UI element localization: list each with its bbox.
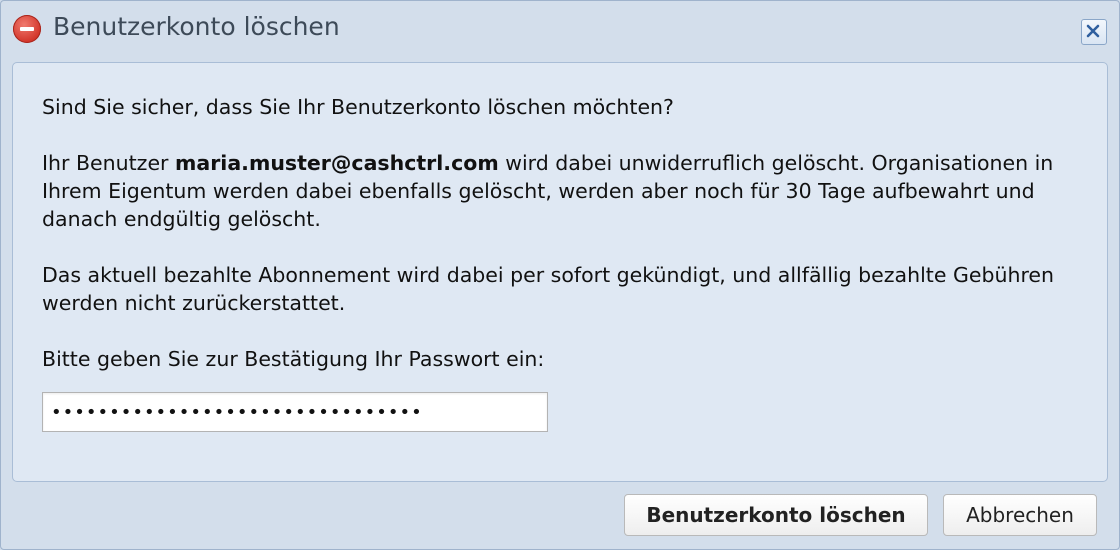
confirmation-question: Sind Sie sicher, dass Sie Ihr Benutzerko…	[42, 95, 674, 119]
delete-account-button[interactable]: Benutzerkonto löschen	[624, 494, 928, 536]
delete-account-dialog: Benutzerkonto löschen Sind Sie sicher, d…	[0, 0, 1120, 550]
subscription-notice: Das aktuell bezahlte Abonnement wird dab…	[42, 263, 1055, 315]
password-input[interactable]	[42, 392, 548, 432]
user-email: maria.muster@cashctrl.com	[175, 151, 499, 175]
stop-icon	[13, 15, 41, 43]
password-prompt: Bitte geben Sie zur Bestätigung Ihr Pass…	[42, 347, 545, 371]
user-deletion-notice: Ihr Benutzer maria.muster@cashctrl.com w…	[42, 149, 1092, 233]
close-button[interactable]	[1081, 19, 1107, 45]
dialog-content-panel: Sind Sie sicher, dass Sie Ihr Benutzerko…	[12, 62, 1108, 482]
dialog-titlebar: Benutzerkonto löschen	[1, 1, 1119, 59]
dialog-title: Benutzerkonto löschen	[53, 12, 340, 41]
close-icon	[1086, 24, 1100, 38]
message-body: Sind Sie sicher, dass Sie Ihr Benutzerko…	[42, 93, 1092, 401]
cancel-button[interactable]: Abbrechen	[943, 494, 1097, 536]
user-notice-prefix: Ihr Benutzer	[42, 151, 175, 175]
